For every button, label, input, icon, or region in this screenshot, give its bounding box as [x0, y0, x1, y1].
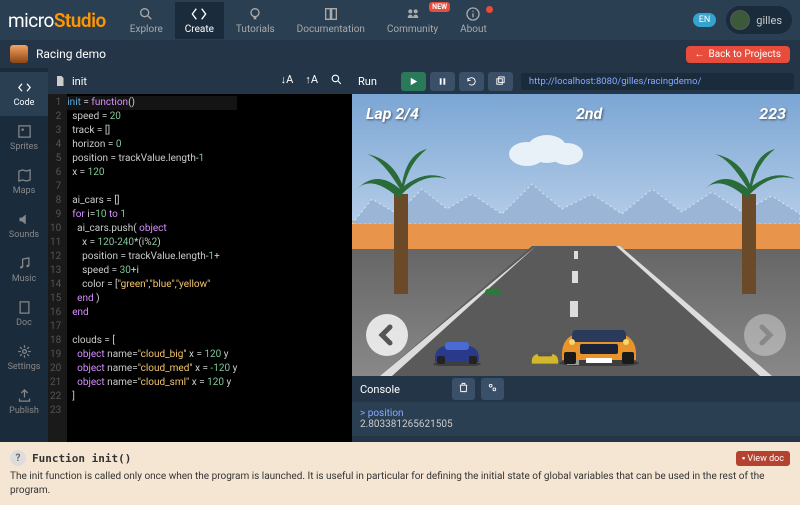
pause-icon [437, 76, 448, 87]
code-header: init ↓A ↑A [48, 68, 352, 94]
project-icon [10, 45, 28, 63]
search-icon [330, 73, 343, 86]
map-icon [17, 168, 32, 183]
help-body: The init function is called only once wh… [10, 470, 790, 497]
music-icon [17, 256, 32, 271]
gears-icon [487, 382, 498, 393]
logo[interactable]: microStudio [8, 9, 106, 32]
trash-icon [458, 382, 469, 393]
console-label: Console [360, 383, 400, 396]
image-icon [17, 124, 32, 139]
steer-right-button[interactable] [744, 314, 786, 356]
sidenav-settings[interactable]: Settings [0, 336, 48, 380]
run-panel: Run http://localhost:8080/gilles/racingd… [352, 68, 800, 505]
console-header: Console [352, 376, 800, 402]
code-icon [191, 6, 207, 22]
nav-about[interactable]: About [450, 2, 497, 39]
side-nav: Code Sprites Maps Sounds Music Doc Setti… [0, 68, 48, 505]
avatar [730, 10, 750, 30]
window-icon [495, 76, 506, 87]
run-label: Run [358, 75, 377, 88]
book-icon [323, 6, 339, 22]
back-to-projects-button[interactable]: ←Back to Projects [686, 46, 790, 63]
play-icon [408, 76, 419, 87]
doc-icon [17, 300, 32, 315]
reload-button[interactable] [459, 72, 484, 91]
code-icon [17, 80, 32, 95]
file-name: init [72, 75, 87, 88]
users-icon [405, 6, 421, 22]
font-larger-button[interactable]: ↑A [302, 71, 321, 91]
hud: Lap 2/4 2nd 223 [352, 104, 800, 123]
nav-tutorials[interactable]: Tutorials [226, 2, 285, 39]
url-bar[interactable]: http://localhost:8080/gilles/racingdemo/ [521, 73, 794, 90]
steer-left-button[interactable] [366, 314, 408, 356]
cloud [502, 129, 592, 169]
bulb-icon [247, 6, 263, 22]
arrow-left-icon [375, 323, 399, 347]
file-icon [54, 75, 66, 87]
sidenav-maps[interactable]: Maps [0, 160, 48, 204]
play-button[interactable] [401, 72, 426, 91]
sidenav-music[interactable]: Music [0, 248, 48, 292]
search-icon [138, 6, 154, 22]
console-output: > position 2.803381265621505 [352, 402, 800, 436]
ai-car-1 [427, 336, 487, 366]
sound-icon [17, 212, 32, 227]
top-bar: microStudio Explore Create Tutorials Doc… [0, 0, 800, 40]
question-icon: ? [10, 450, 26, 466]
player-car [552, 320, 647, 366]
project-bar: Racing demo ←Back to Projects [0, 40, 800, 68]
new-badge: NEW [429, 2, 450, 12]
user-menu[interactable]: gilles [726, 6, 792, 34]
detach-button[interactable] [488, 72, 513, 91]
pause-button[interactable] [430, 72, 455, 91]
notification-dot [486, 6, 493, 13]
view-doc-button[interactable]: ▪ View doc [736, 451, 790, 466]
sidenav-doc[interactable]: Doc [0, 292, 48, 336]
sidenav-publish[interactable]: Publish [0, 380, 48, 424]
project-title: Racing demo [36, 47, 106, 61]
nav-explore[interactable]: Explore [120, 2, 173, 39]
hud-score: 223 [759, 104, 786, 123]
sidenav-sprites[interactable]: Sprites [0, 116, 48, 160]
nav-community[interactable]: CommunityNEW [377, 2, 448, 39]
font-smaller-button[interactable]: ↓A [278, 71, 297, 91]
help-box: ? Function init() ▪ View doc The init fu… [0, 442, 800, 505]
run-header: Run http://localhost:8080/gilles/racingd… [352, 68, 800, 94]
console-settings-button[interactable] [481, 378, 504, 400]
nav-documentation[interactable]: Documentation [287, 2, 375, 39]
upload-icon [17, 388, 32, 403]
nav-create[interactable]: Create [175, 2, 224, 39]
sidenav-sounds[interactable]: Sounds [0, 204, 48, 248]
ai-car-3 [482, 285, 504, 296]
hud-lap: Lap 2/4 [366, 104, 419, 123]
info-icon [465, 6, 481, 22]
search-button[interactable] [327, 71, 346, 91]
help-title: Function init() [32, 452, 131, 465]
sidenav-code[interactable]: Code [0, 72, 48, 116]
code-area: init ↓A ↑A 12345678910111213141516171819… [48, 68, 352, 505]
clear-console-button[interactable] [452, 378, 475, 400]
arrow-right-icon [753, 323, 777, 347]
game-canvas[interactable]: Lap 2/4 2nd 223 [352, 94, 800, 376]
arrow-left-icon: ← [695, 49, 705, 60]
hud-position: 2nd [576, 104, 602, 123]
gear-icon [17, 344, 32, 359]
language-badge[interactable]: EN [693, 13, 717, 27]
reload-icon [466, 76, 477, 87]
